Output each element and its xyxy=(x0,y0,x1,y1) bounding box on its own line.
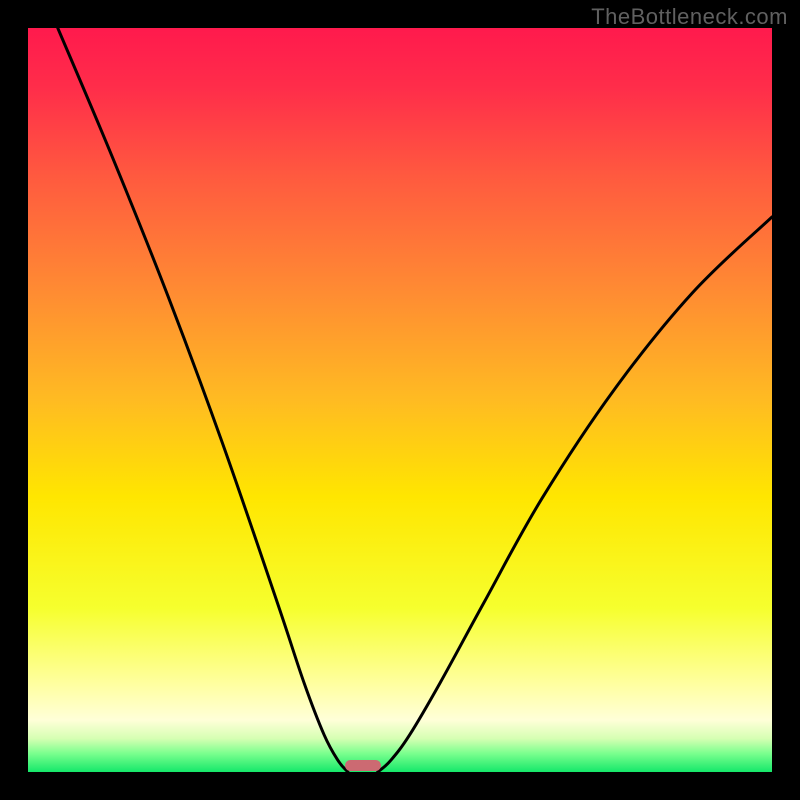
bottleneck-chart xyxy=(28,28,772,772)
chart-frame: TheBottleneck.com xyxy=(0,0,800,800)
chart-background xyxy=(28,28,772,772)
bottleneck-marker xyxy=(345,760,381,771)
watermark-text: TheBottleneck.com xyxy=(591,4,788,30)
